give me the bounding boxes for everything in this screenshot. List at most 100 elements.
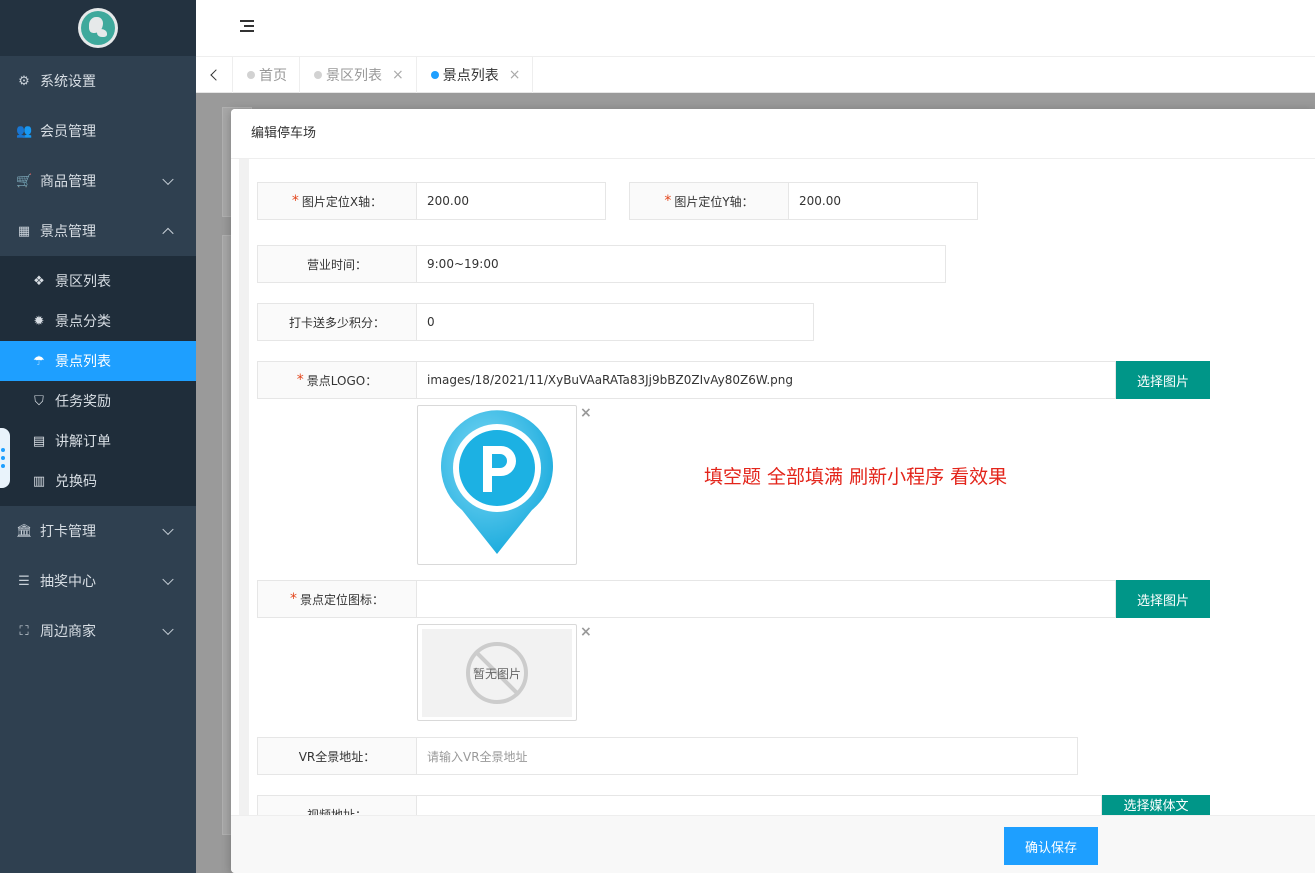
no-image-placeholder: 暂无图片 — [422, 629, 572, 717]
users-icon: 👥 — [16, 123, 33, 139]
form-item-pos-y: * 图片定位Y轴： 200.00 — [629, 182, 978, 220]
logo-area — [0, 0, 196, 56]
menu-item-member-management[interactable]: 👥 会员管理 — [0, 106, 196, 156]
marker-thumbnail: 暂无图片 — [417, 624, 577, 721]
form-item-logo: * 景点LOGO： images/18/2021/11/XyBuVAaRATa83… — [257, 361, 1210, 399]
field-label: * 景点定位图标： — [257, 580, 417, 618]
form-item-hours: 营业时间： 9:00~19:00 — [257, 245, 946, 283]
top-header — [196, 0, 1315, 57]
tab-dot-icon — [247, 71, 255, 79]
choose-logo-button[interactable]: 选择图片 — [1116, 361, 1210, 399]
menu-label: 商品管理 — [40, 174, 96, 190]
scroll-track[interactable] — [239, 159, 249, 815]
sidebar-item-attraction-category[interactable]: ✹ 景点分类 — [0, 301, 196, 341]
side-drawer-handle[interactable] — [0, 428, 10, 488]
chevron-down-icon — [162, 523, 174, 536]
modal-body: * 图片定位X轴： 200.00 * 图片定位Y轴： 200.00 营业时间： 9:… — [231, 159, 1315, 815]
gears-icon: ⚙ — [18, 73, 30, 89]
label-text: 图片定位Y轴： — [674, 194, 754, 209]
chevron-down-icon — [162, 173, 174, 186]
close-icon[interactable]: × — [392, 67, 404, 83]
required-mark: * — [664, 193, 672, 209]
tab-label: 景区列表 — [326, 68, 382, 84]
form-item-marker-icon: * 景点定位图标： 选择图片 — [257, 580, 1210, 618]
menu-toggle-icon[interactable] — [240, 20, 254, 32]
form-item-video: 视频地址： 选择媒体文件 — [257, 795, 1210, 815]
required-mark: * — [289, 591, 297, 607]
bank-icon: 🏛 — [16, 523, 33, 539]
sitemap-icon: ⛶ — [19, 623, 29, 639]
choose-media-button[interactable]: 选择媒体文件 — [1102, 795, 1210, 815]
menu-item-attraction-management[interactable]: ▦ 景点管理 — [0, 206, 196, 256]
field-label: * 图片定位Y轴： — [629, 182, 789, 220]
menu-item-system-settings[interactable]: ⚙ 系统设置 — [0, 56, 196, 106]
menu-item-checkin-management[interactable]: 🏛 打卡管理 — [0, 506, 196, 556]
tab-scenic-list[interactable]: 景区列表 × — [300, 57, 417, 93]
pos-x-input[interactable]: 200.00 — [417, 182, 606, 220]
logo-thumbnail — [417, 405, 577, 565]
form-item-pos-x: * 图片定位X轴： 200.00 — [257, 182, 606, 220]
submenu-label: 景区列表 — [55, 274, 111, 290]
label-text: 景点LOGO： — [306, 373, 378, 388]
remove-marker-icon[interactable]: × — [580, 624, 592, 640]
tab-scroll-left-button[interactable] — [196, 57, 233, 93]
points-input[interactable]: 0 — [417, 303, 814, 341]
certificate-icon: ✹ — [33, 313, 45, 329]
sidebar-item-guide-orders[interactable]: ▤ 讲解订单 — [0, 421, 196, 461]
menu-label: 抽奖中心 — [40, 574, 96, 590]
sidebar-item-attraction-list[interactable]: ☂ 景点列表 — [0, 341, 196, 381]
menu-label: 会员管理 — [40, 124, 96, 140]
menu-label: 打卡管理 — [40, 524, 96, 540]
menu-label: 景点管理 — [40, 224, 96, 240]
field-label: * 图片定位X轴： — [257, 182, 417, 220]
required-mark: * — [291, 193, 299, 209]
sidebar-item-task-reward[interactable]: ⛉ 任务奖励 — [0, 381, 196, 421]
menu-item-nearby-merchants[interactable]: ⛶ 周边商家 — [0, 606, 196, 656]
barcode-icon: ▥ — [32, 473, 46, 489]
menu-label: 周边商家 — [40, 624, 96, 640]
sidebar-item-scenic-list[interactable]: ❖ 景区列表 — [0, 261, 196, 301]
hours-input[interactable]: 9:00~19:00 — [417, 245, 946, 283]
close-icon[interactable]: × — [509, 67, 521, 83]
choose-marker-button[interactable]: 选择图片 — [1116, 580, 1210, 618]
sidebar: ⚙ 系统设置 👥 会员管理 🛒 商品管理 ▦ 景点管理 ❖ 景区列表 ✹ 景点分… — [0, 0, 196, 873]
pos-y-input[interactable]: 200.00 — [789, 182, 978, 220]
field-label: * 景点LOGO： — [257, 361, 417, 399]
menu-label: 系统设置 — [40, 74, 96, 90]
required-mark: * — [296, 372, 304, 388]
submenu-label: 景点列表 — [55, 354, 111, 370]
marker-icon-input[interactable] — [417, 580, 1116, 618]
video-url-input[interactable] — [417, 795, 1102, 815]
tab-bar: 首页 景区列表 × 景点列表 × — [196, 57, 1315, 93]
field-label: 打卡送多少积分： — [257, 303, 417, 341]
chevron-up-icon — [162, 227, 174, 240]
menu-item-goods-management[interactable]: 🛒 商品管理 — [0, 156, 196, 206]
vr-url-input[interactable]: 请输入VR全景地址 — [417, 737, 1078, 775]
umbrella-icon: ☂ — [33, 353, 45, 369]
field-label: VR全景地址： — [257, 737, 417, 775]
submenu-label: 讲解订单 — [55, 434, 111, 450]
confirm-save-button[interactable]: 确认保存 — [1004, 827, 1098, 865]
submenu-label: 任务奖励 — [55, 394, 111, 410]
logo-path-input[interactable]: images/18/2021/11/XyBuVAaRATa83Jj9bBZ0ZI… — [417, 361, 1116, 399]
remove-logo-icon[interactable]: × — [580, 405, 592, 421]
tab-attraction-list[interactable]: 景点列表 × — [417, 57, 534, 93]
label-text: 图片定位X轴： — [301, 194, 383, 209]
submenu-label: 兑换码 — [55, 474, 97, 490]
menu-item-lottery-center[interactable]: ☰ 抽奖中心 — [0, 556, 196, 606]
edit-modal: 编辑停车场 * 图片定位X轴： 200.00 * 图片定位Y轴： 200.00 营业… — [231, 109, 1315, 873]
tab-label: 首页 — [259, 68, 287, 84]
form-item-vr: VR全景地址： 请输入VR全景地址 — [257, 737, 1078, 775]
label-text: 景点定位图标： — [299, 592, 384, 607]
field-label: 营业时间： — [257, 245, 417, 283]
tab-dot-icon — [430, 71, 439, 79]
database-icon: ☰ — [18, 573, 30, 589]
tab-label: 景点列表 — [442, 68, 499, 84]
cart-icon: 🛒 — [16, 173, 33, 189]
attraction-submenu: ❖ 景区列表 ✹ 景点分类 ☂ 景点列表 ⛉ 任务奖励 ▤ 讲解订单 ▥ 兑换码 — [0, 256, 196, 506]
tab-home[interactable]: 首页 — [233, 57, 300, 93]
hint-text: 填空题 全部填满 刷新小程序 看效果 — [704, 466, 1008, 488]
sidebar-item-redeem-code[interactable]: ▥ 兑换码 — [0, 461, 196, 501]
chevron-down-icon — [162, 573, 174, 586]
modal-footer: 确认保存 — [231, 815, 1315, 873]
